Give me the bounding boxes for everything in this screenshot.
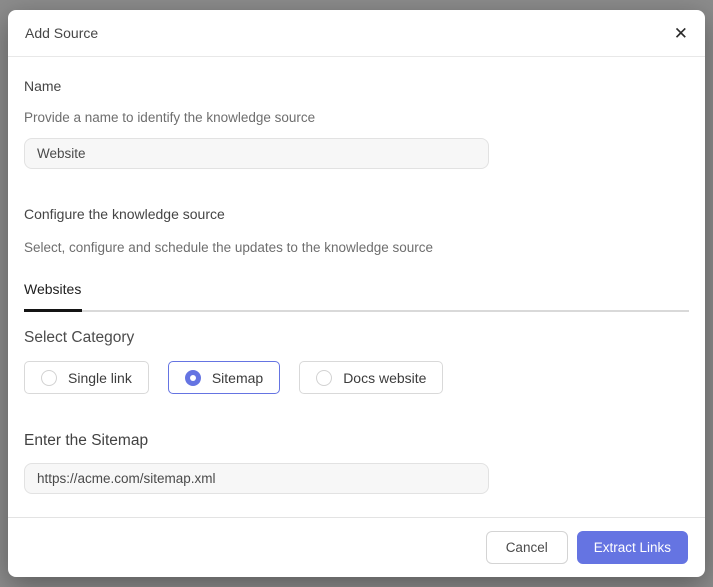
category-option-docs-website[interactable]: Docs website (299, 361, 443, 394)
modal-header: Add Source ✕ (8, 10, 705, 57)
category-options: Single link Sitemap Docs website (24, 361, 689, 394)
name-input[interactable] (24, 138, 489, 169)
name-label: Name (24, 78, 689, 94)
category-option-single-link[interactable]: Single link (24, 361, 149, 394)
sitemap-label: Enter the Sitemap (24, 432, 689, 450)
category-option-label: Docs website (343, 370, 426, 386)
close-icon[interactable]: ✕ (674, 25, 688, 42)
modal-title: Add Source (25, 25, 98, 41)
sitemap-url-input[interactable] (24, 463, 489, 494)
category-option-label: Single link (68, 370, 132, 386)
select-category-title: Select Category (24, 329, 689, 347)
category-option-label: Sitemap (212, 370, 263, 386)
cancel-button[interactable]: Cancel (486, 531, 568, 564)
add-source-modal: Add Source ✕ Name Provide a name to iden… (8, 10, 705, 577)
extract-links-button[interactable]: Extract Links (577, 531, 688, 564)
radio-unchecked-icon (41, 370, 57, 386)
tab-track (24, 310, 689, 312)
source-tabs: Websites (24, 281, 689, 312)
radio-unchecked-icon (316, 370, 332, 386)
category-option-sitemap[interactable]: Sitemap (168, 361, 280, 394)
configure-subtitle: Select, configure and schedule the updat… (24, 240, 689, 255)
tab-websites[interactable]: Websites (24, 281, 81, 310)
name-description: Provide a name to identify the knowledge… (24, 110, 689, 125)
configure-title: Configure the knowledge source (24, 206, 689, 222)
modal-body: Name Provide a name to identify the know… (8, 57, 705, 517)
radio-checked-icon (185, 370, 201, 386)
modal-footer: Cancel Extract Links (8, 517, 705, 577)
tab-active-indicator (24, 309, 82, 312)
